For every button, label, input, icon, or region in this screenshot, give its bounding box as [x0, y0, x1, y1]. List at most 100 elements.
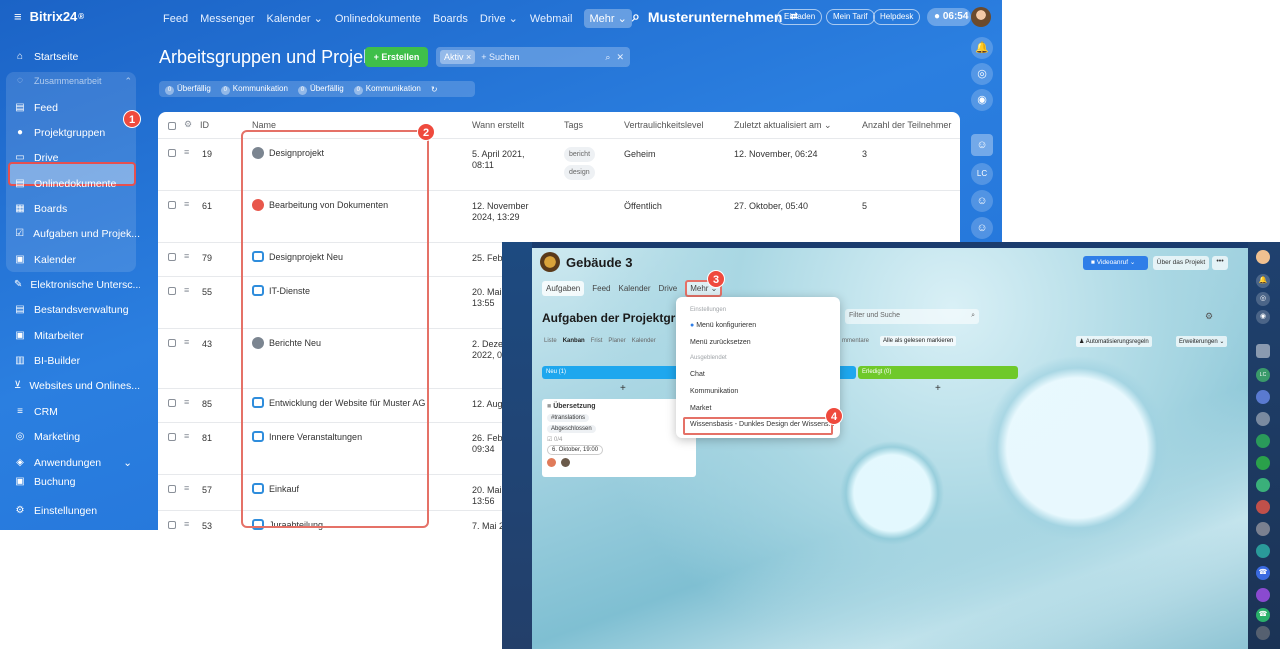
view-planner[interactable]: Planer [608, 338, 625, 344]
chat-icon[interactable]: ◉ [1256, 310, 1270, 324]
search-icon[interactable]: ⌕ [632, 8, 640, 25]
filter-overdue[interactable]: 0 Überfällig [165, 84, 211, 95]
phone-icon[interactable]: ☎ [1256, 566, 1270, 580]
col-header-members[interactable]: Anzahl der Teilnehmer [862, 120, 951, 130]
about-project-button[interactable]: Über das Projekt [1153, 256, 1209, 270]
refresh-icon[interactable]: ↻ [431, 85, 438, 94]
create-button[interactable]: + Erstellen [365, 47, 428, 67]
nav-feed[interactable]: Feed [163, 13, 188, 25]
extensions-button[interactable]: Erweiterungen ⌄ [1176, 336, 1228, 347]
sidebar-item-calendar[interactable]: ▣ Kalender [0, 248, 140, 272]
avatar[interactable] [1256, 500, 1270, 514]
view-list[interactable]: Liste [544, 338, 557, 344]
avatar[interactable] [1256, 626, 1270, 640]
company-switcher[interactable]: ⌕ Musterunternehmen ⇄ [632, 8, 798, 25]
sidebar-item-drive[interactable]: ▭ Drive [0, 146, 140, 170]
col-header-created[interactable]: Wann erstellt [472, 120, 524, 130]
avatar[interactable] [1256, 434, 1270, 448]
row-checkbox[interactable] [168, 287, 176, 295]
kanban-column-done[interactable]: Erledigt (0) [858, 366, 1018, 379]
tab-tasks[interactable]: Aufgaben [542, 281, 585, 296]
tag-badge[interactable]: bericht [564, 147, 596, 162]
phone-icon[interactable]: ☎ [1256, 608, 1270, 622]
row-checkbox[interactable] [168, 339, 176, 347]
sidebar-item-home[interactable]: ⌂ Startseite [0, 45, 140, 69]
menu-item-chat[interactable]: Chat [690, 371, 705, 378]
copilot-icon[interactable]: ◎ [971, 63, 993, 85]
automation-rules-button[interactable]: ♟ Automatisierungsregeln [1076, 336, 1152, 347]
drag-handle-icon[interactable]: ≡ [184, 147, 189, 157]
sidebar-item-online-docs[interactable]: ▤ Onlinedokumente [0, 172, 140, 196]
sidebar-item-bi-builder[interactable]: ▥ BI-Builder [0, 349, 140, 373]
avatar[interactable] [1256, 344, 1270, 358]
plan-button[interactable]: Mein Tarif [826, 9, 875, 25]
nav-calendar[interactable]: Kalender ⌄ [267, 12, 323, 25]
chat-icon[interactable]: ◉ [971, 89, 993, 111]
avatar[interactable] [1256, 478, 1270, 492]
sidebar-item-settings[interactable]: ⚙ Einstellungen [0, 499, 140, 523]
helpdesk-button[interactable]: Helpdesk [873, 9, 921, 25]
sidebar-item-tasks[interactable]: ☑ Aufgaben und Projek... [0, 222, 140, 246]
row-checkbox[interactable] [168, 433, 176, 441]
row-checkbox[interactable] [168, 485, 176, 493]
avatar[interactable]: LC [1256, 368, 1270, 382]
avatar[interactable] [561, 458, 570, 467]
nav-more[interactable]: Mehr ⌄ [584, 9, 632, 28]
col-header-id[interactable]: ID [200, 120, 209, 130]
close-icon[interactable]: ✕ [616, 52, 624, 63]
drag-handle-icon[interactable]: ≡ [184, 337, 189, 347]
tab-feed[interactable]: Feed [592, 284, 610, 293]
filter-overdue-2[interactable]: 0 Überfällig [297, 84, 344, 95]
mark-all-read-button[interactable]: Alle als gelesen markieren [880, 336, 957, 346]
avatar[interactable] [1256, 390, 1270, 404]
menu-item-reset[interactable]: Menü zurücksetzen [690, 339, 751, 346]
sidebar-item-employees[interactable]: ▣ Mitarbeiter [0, 324, 140, 348]
hamburger-icon[interactable]: ≡ [14, 9, 22, 24]
sidebar-item-inventory[interactable]: ▤ Bestandsverwaltung [0, 298, 140, 322]
avatar[interactable] [1256, 588, 1270, 602]
drag-handle-icon[interactable]: ≡ [184, 483, 189, 493]
drag-handle-icon[interactable]: ≡ [184, 251, 189, 261]
menu-item-market[interactable]: Market [690, 405, 711, 412]
user-avatar[interactable] [971, 7, 991, 27]
avatar[interactable]: ☺ [971, 217, 993, 239]
avatar[interactable] [1256, 544, 1270, 558]
view-deadline[interactable]: Frist [591, 338, 603, 344]
filter-chip-active[interactable]: Aktiv × [440, 50, 476, 64]
col-header-updated[interactable]: Zuletzt aktualisiert am ⌄ [734, 120, 832, 131]
col-header-name[interactable]: Name [252, 120, 276, 130]
col-header-tags[interactable]: Tags [564, 120, 583, 130]
more-options-button[interactable]: ••• [1212, 256, 1228, 270]
tab-drive[interactable]: Drive [659, 284, 678, 293]
nav-drive[interactable]: Drive ⌄ [480, 12, 518, 25]
drag-handle-icon[interactable]: ≡ [184, 199, 189, 209]
task-deadline[interactable]: 6. Oktober, 19:00 [547, 445, 604, 455]
nav-online-docs[interactable]: Onlinedokumente [335, 13, 421, 25]
drag-handle-icon[interactable]: ≡ [184, 519, 189, 529]
filter-communication-2[interactable]: 0 Kommunikation [353, 84, 421, 95]
view-calendar[interactable]: Kalender [632, 338, 656, 344]
task-tag[interactable]: #translations [547, 414, 590, 422]
sidebar-item-apps[interactable]: ◈ Anwendungen ⌄ [0, 451, 140, 475]
col-header-privacy[interactable]: Vertraulichkeitslevel [624, 120, 704, 130]
sidebar-item-websites[interactable]: ⊻ Websites und Onlines... [0, 374, 140, 398]
nav-messenger[interactable]: Messenger [200, 13, 254, 25]
task-card[interactable]: ■ Übersetzung #translations Abgeschlosse… [542, 399, 696, 477]
invite-button[interactable]: Einladen [777, 9, 823, 25]
avatar[interactable] [1256, 456, 1270, 470]
filter-search-input[interactable]: Filter und Suche ⌕ [845, 309, 979, 324]
select-all-checkbox[interactable] [168, 122, 176, 130]
bell-icon[interactable]: 🔔 [971, 37, 993, 59]
view-kanban[interactable]: Kanban [563, 338, 585, 344]
drag-handle-icon[interactable]: ≡ [184, 285, 189, 295]
sidebar-item-crm[interactable]: ≡ CRM [0, 400, 140, 424]
sidebar-group-header[interactable]: ◌ Zusammenarbeit ⌃ [0, 69, 140, 93]
row-checkbox[interactable] [168, 253, 176, 261]
gear-icon[interactable]: ⚙ [184, 119, 192, 130]
avatar[interactable]: ☺ [971, 190, 993, 212]
avatar[interactable]: ☺ [971, 134, 993, 156]
sidebar-item-boards[interactable]: ▦ Boards [0, 197, 140, 221]
add-task-done-button[interactable]: + [935, 383, 941, 394]
row-checkbox[interactable] [168, 399, 176, 407]
filter-communication[interactable]: 0 Kommunikation [220, 84, 288, 95]
